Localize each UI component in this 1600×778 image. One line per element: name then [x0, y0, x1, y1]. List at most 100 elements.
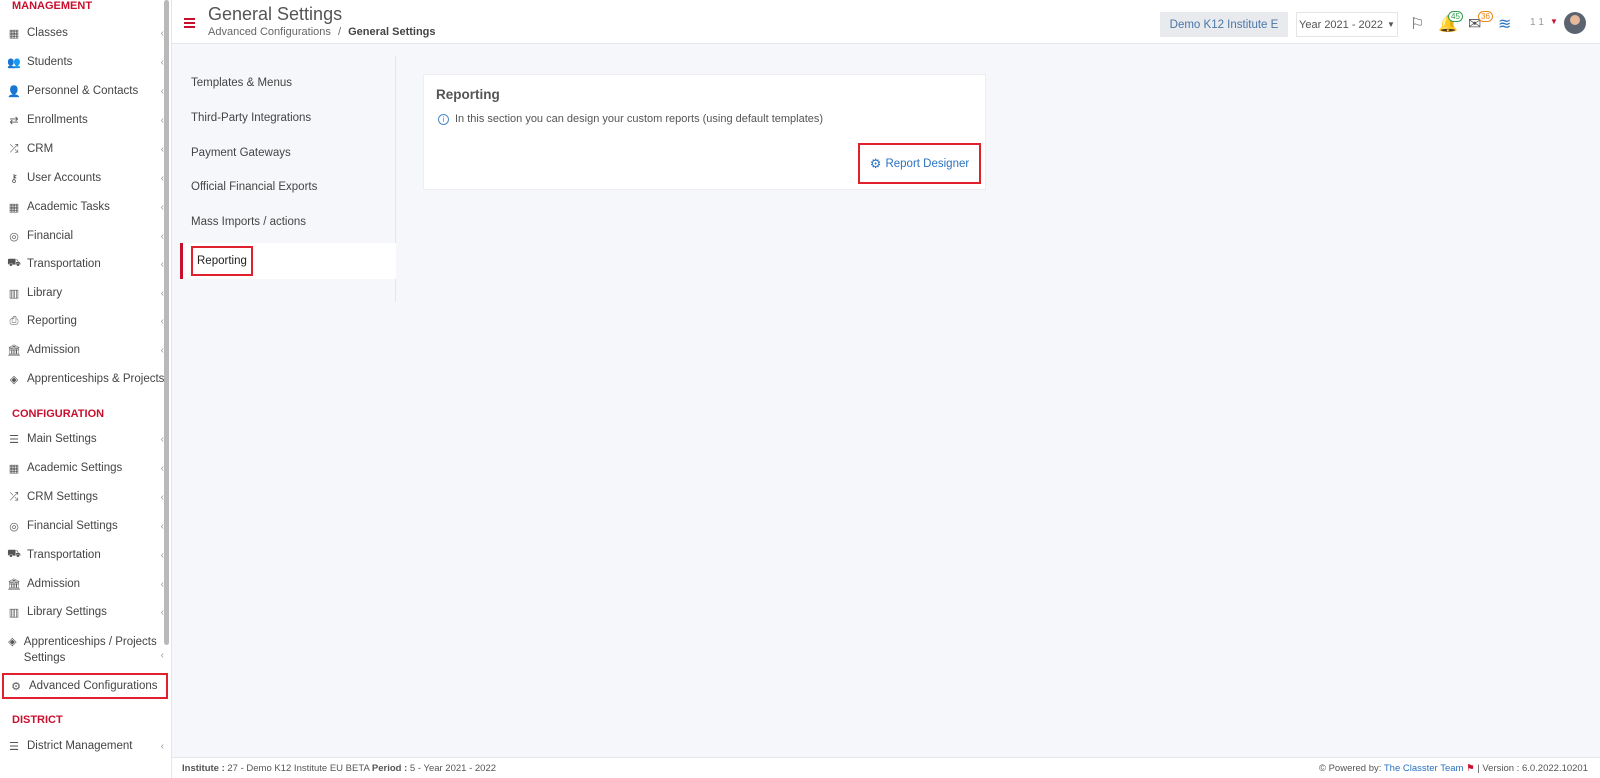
sidebar-item-transportation[interactable]: ⛟ Transportation ‹	[6, 251, 166, 277]
sidebar-item-admission-settings[interactable]: 🏛 Admission ‹	[6, 571, 166, 597]
sidebar-item-reporting[interactable]: ⎙ Reporting ‹	[6, 308, 166, 334]
chevron-left-icon: ‹	[160, 433, 164, 445]
institution-icon: 🏛	[7, 578, 21, 591]
chevron-left-icon: ‹	[160, 258, 164, 270]
sidebar-item-label: Personnel & Contacts	[27, 85, 139, 97]
sidebar-item-library[interactable]: ▥ Library ‹	[6, 280, 166, 306]
settings-menu-item-financial-exports[interactable]: Official Financial Exports	[180, 169, 396, 205]
sidebar-item-enrollments[interactable]: ⇄ Enrollments ‹	[6, 107, 166, 133]
settings-menu-label: Official Financial Exports	[191, 181, 318, 193]
sidebar-item-library-settings[interactable]: ▥ Library Settings ‹	[6, 599, 166, 625]
chevron-left-icon: ‹	[160, 491, 164, 503]
footer-powered-by: © Powered by: The Classter Team ⚑ | Vers…	[1319, 763, 1588, 774]
sidebar-item-label: Classes	[27, 27, 68, 39]
crm-icon: ⤮	[9, 142, 19, 155]
sidebar-item-admission[interactable]: 🏛 Admission ‹	[6, 337, 166, 363]
sidebar-item-apprenticeships-settings[interactable]: ◈ Apprenticeships / Projects Settings ‹	[6, 634, 166, 668]
report-designer-label: Report Designer	[885, 157, 970, 170]
footer-powered-label: Powered by:	[1328, 763, 1382, 774]
mail-count-badge: 36	[1478, 11, 1493, 22]
cube-icon: ◈	[9, 373, 19, 386]
sidebar-item-label: Library	[27, 287, 63, 299]
sidebar-item-label: Reporting	[27, 315, 77, 327]
card-info-text: i In this section you can design your cu…	[438, 113, 823, 125]
year-selector[interactable]: Year 2021 - 2022 ▼	[1296, 12, 1398, 37]
library-icon: ▥	[8, 606, 20, 619]
sidebar-item-academic-tasks[interactable]: ▦ Academic Tasks ‹	[6, 194, 166, 220]
settings-menu-label: Mass Imports / actions	[191, 216, 307, 228]
sidebar-item-label: Academic Tasks	[27, 201, 110, 213]
sidebar-item-advanced-configurations[interactable]: ⚙ Advanced Configurations	[2, 673, 168, 699]
coins-icon: ◎	[9, 230, 19, 243]
sidebar-item-crm[interactable]: ⤮ CRM ‹	[6, 136, 166, 162]
chevron-left-icon: ‹	[160, 549, 164, 561]
sidebar-item-label: Students	[27, 56, 73, 68]
sidebar-item-transportation-settings[interactable]: ⛟ Transportation ‹	[6, 542, 166, 568]
breadcrumb-parent[interactable]: Advanced Configurations	[208, 26, 331, 38]
gears-icon: ⚙	[869, 155, 882, 171]
sliders-icon: ☰	[9, 433, 19, 446]
settings-menu-label: Reporting	[191, 246, 253, 276]
footer: Institute : 27 - Demo K12 Institute EU B…	[172, 757, 1600, 778]
bus-icon: ⛟	[7, 548, 21, 560]
sidebar-item-students[interactable]: 👥 Students ‹	[6, 49, 166, 75]
gears-icon: ⚙	[11, 680, 21, 693]
sidebar-item-label: Financial Settings	[27, 520, 118, 532]
card-title: Reporting	[436, 87, 500, 102]
key-icon: ⚷	[9, 172, 19, 185]
user-indicator: 1 1	[1530, 17, 1544, 28]
page-title: General Settings	[208, 4, 343, 24]
settings-menu-item-templates[interactable]: Templates & Menus	[180, 65, 396, 101]
bus-icon: ⛟	[7, 257, 21, 269]
sidebar-item-user-accounts[interactable]: ⚷ User Accounts ‹	[6, 165, 166, 191]
sidebar-item-personnel[interactable]: 👤 Personnel & Contacts ‹	[6, 78, 166, 104]
chevron-left-icon: ‹	[160, 85, 164, 97]
institute-selector[interactable]: Demo K12 Institute E	[1160, 12, 1288, 37]
chevron-left-icon: ‹	[160, 315, 164, 327]
sidebar-item-academic-settings[interactable]: ▦ Academic Settings ‹	[6, 455, 166, 481]
report-designer-button[interactable]: ⚙ Report Designer	[858, 143, 981, 184]
students-icon: 👥	[7, 56, 21, 69]
crm-icon: ⤮	[9, 490, 19, 503]
settings-menu-item-integrations[interactable]: Third-Party Integrations	[180, 100, 396, 136]
chevron-left-icon: ‹	[160, 740, 164, 752]
chevron-left-icon: ‹	[160, 114, 164, 126]
hamburger-menu-icon[interactable]	[184, 18, 195, 30]
section-management: MANAGEMENT	[12, 0, 93, 12]
chevron-left-icon: ‹	[160, 287, 164, 299]
sidebar-item-label: District Management	[27, 740, 133, 752]
chevron-left-icon: ‹	[160, 56, 164, 68]
sidebar-item-classes[interactable]: ▦ Classes ‹	[6, 20, 166, 46]
footer-version: | Version : 6.0.2022.10201	[1477, 763, 1588, 774]
sidebar-item-label: Financial	[27, 230, 74, 242]
sidebar-item-district-management[interactable]: ☰ District Management ‹	[6, 733, 166, 759]
chevron-left-icon: ‹	[160, 172, 164, 184]
classter-logo-icon: ⚑	[1466, 763, 1475, 774]
sidebar-item-apprenticeships[interactable]: ◈ Apprenticeships & Projects	[6, 366, 166, 392]
footer-institute-value: 27 - Demo K12 Institute EU BETA	[227, 763, 370, 774]
settings-menu-item-mass-imports[interactable]: Mass Imports / actions	[180, 204, 396, 240]
sidebar-item-financial-settings[interactable]: ◎ Financial Settings ‹	[6, 513, 166, 539]
settings-menu-item-reporting[interactable]: Reporting	[180, 243, 396, 279]
footer-period-label: Period :	[371, 763, 408, 774]
caret-down-icon[interactable]: ▼	[1550, 17, 1558, 26]
chevron-left-icon: ‹	[160, 27, 164, 39]
settings-menu-label: Third-Party Integrations	[191, 112, 312, 124]
sidebar-item-label: CRM Settings	[27, 491, 98, 503]
sidebar-item-financial[interactable]: ◎ Financial ‹	[6, 223, 166, 249]
avatar[interactable]	[1564, 12, 1586, 34]
chevron-left-icon: ‹	[160, 230, 164, 242]
settings-menu-item-payment-gateways[interactable]: Payment Gateways	[180, 135, 396, 171]
chevron-left-icon: ‹	[160, 201, 164, 213]
sidebar-item-label: Academic Settings	[27, 462, 123, 474]
layers-icon[interactable]: ≋	[1498, 14, 1511, 34]
sidebar-item-main-settings[interactable]: ☰ Main Settings ‹	[6, 426, 166, 452]
classter-team-link[interactable]: The Classter Team	[1384, 763, 1464, 774]
flag-icon[interactable]: ⚐	[1410, 14, 1424, 34]
classes-icon: ▦	[8, 462, 20, 475]
classes-icon: ▦	[8, 27, 20, 40]
sidebar-item-label: CRM	[27, 143, 54, 155]
institution-icon: 🏛	[7, 344, 21, 357]
sidebar-item-crm-settings[interactable]: ⤮ CRM Settings ‹	[6, 484, 166, 510]
sidebar: MANAGEMENT ▦ Classes ‹ 👥 Students ‹ 👤 Pe…	[0, 0, 172, 778]
